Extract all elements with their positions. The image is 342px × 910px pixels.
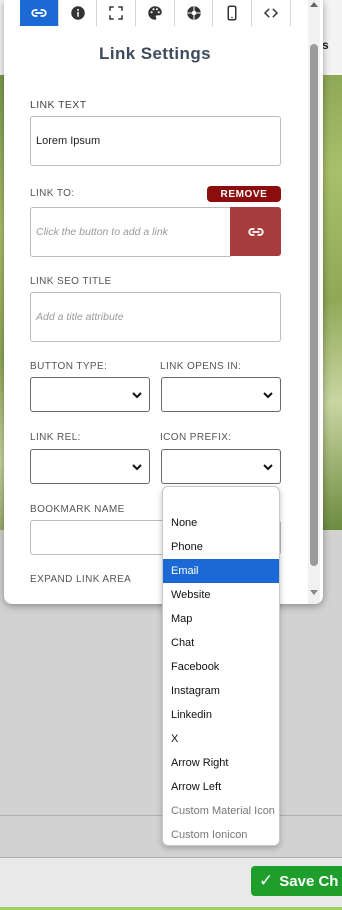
link-rel-label: LINK REL: [30,432,81,443]
chevron-down-icon [132,464,142,471]
option-phone[interactable]: Phone [163,535,279,559]
option-none[interactable]: None [163,511,279,535]
seo-title-label: LINK SEO TITLE [30,276,112,287]
opens-in-label: LINK OPENS IN: [160,361,242,372]
tab-info[interactable] [58,0,98,26]
option-instagram[interactable]: Instagram [163,679,279,703]
tab-effects[interactable] [174,0,214,26]
bookmark-label: BOOKMARK NAME [30,504,125,515]
link-rel-select[interactable] [30,449,150,484]
code-icon [263,8,279,18]
link-to-label: LINK TO: [30,188,75,199]
tab-spacing[interactable] [97,0,137,26]
tab-style[interactable] [136,0,175,26]
save-changes-label: Save Ch [279,872,339,890]
scroll-down-arrow[interactable] [310,590,318,595]
link-to-input[interactable]: Click the button to add a link [30,207,231,257]
info-icon [70,6,85,20]
check-icon: ✓ [259,871,274,890]
option-custom-ionicon[interactable]: Custom Ionicon [163,823,279,845]
chevron-down-icon [263,392,273,399]
option-arrow-left[interactable]: Arrow Left [163,775,279,799]
seo-title-input[interactable]: Add a title attribute [30,292,281,342]
palette-icon [148,6,162,20]
option-arrow-right[interactable]: Arrow Right [163,751,279,775]
expand-link-label: EXPAND LINK AREA [30,574,132,585]
icon-prefix-dropdown: None Phone Email Website Map Chat Facebo… [162,486,280,846]
link-icon [247,227,264,236]
icon-prefix-label: ICON PREFIX: [160,432,232,443]
tab-link[interactable] [20,0,59,26]
option-map[interactable]: Map [163,607,279,631]
add-link-button[interactable] [230,207,281,256]
chevron-down-icon [263,464,273,471]
link-to-placeholder: Click the button to add a link [36,226,168,238]
scrollbar-thumb[interactable] [310,44,318,566]
panel-title: Link Settings [99,44,211,63]
button-type-label: BUTTON TYPE: [30,361,108,372]
option-website[interactable]: Website [163,583,279,607]
link-text-value: Lorem Ipsum [36,135,101,147]
link-text-label: LINK TEXT [30,99,87,111]
option-x[interactable]: X [163,727,279,751]
remove-link-button[interactable]: REMOVE [207,186,281,202]
option-linkedin[interactable]: Linkedin [163,703,279,727]
tab-code[interactable] [252,0,291,26]
seo-title-placeholder: Add a title attribute [36,311,124,323]
page-header-text: s [322,38,329,52]
option-custom-material-icon[interactable]: Custom Material Icon [163,799,279,823]
option-facebook[interactable]: Facebook [163,655,279,679]
link-icon [31,9,47,17]
option-email[interactable]: Email [163,559,279,583]
link-text-input[interactable]: Lorem Ipsum [30,116,281,166]
spacing-icon [109,6,123,20]
option-chat[interactable]: Chat [163,631,279,655]
chevron-down-icon [132,392,142,399]
save-changes-button[interactable]: ✓ Save Ch [251,866,342,896]
aperture-icon [186,6,201,20]
tab-responsive[interactable] [213,0,253,26]
button-type-select[interactable] [30,377,150,412]
scroll-up-arrow[interactable] [310,2,318,7]
opens-in-select[interactable] [161,377,281,412]
settings-tabs [20,0,291,26]
icon-prefix-select[interactable] [161,449,281,484]
mobile-icon [227,5,237,21]
